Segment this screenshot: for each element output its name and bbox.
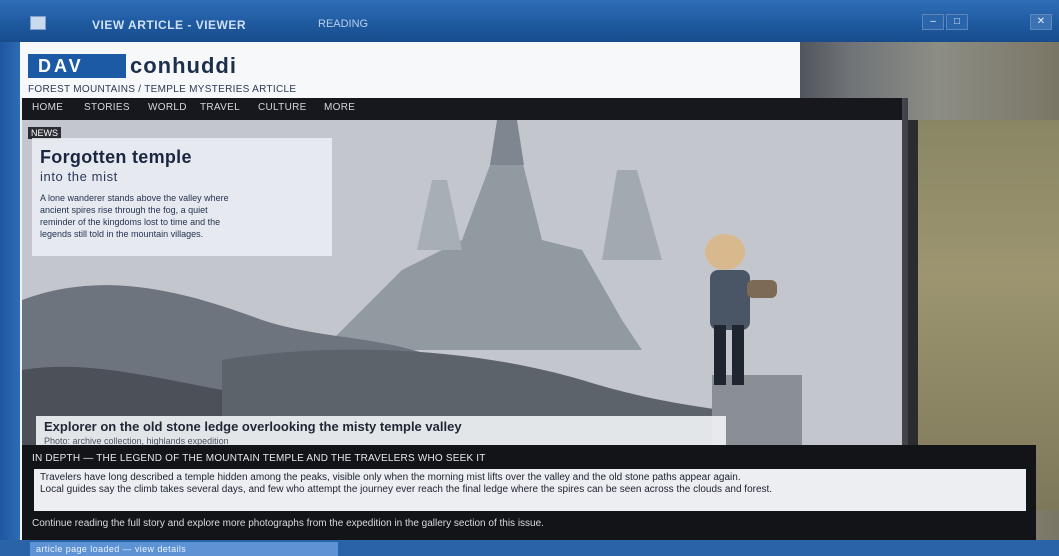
status-tab[interactable]: article page loaded — view details: [30, 542, 338, 556]
hero-body-line: ancient spires rise through the fog, a q…: [40, 205, 208, 215]
close-button[interactable]: ✕: [1030, 14, 1052, 30]
hero-caption-title: Explorer on the old stone ledge overlook…: [44, 419, 462, 434]
site-header: DAV conhuddi FOREST MOUNTAINS / TEMPLE M…: [20, 42, 800, 98]
minimize-button[interactable]: –: [922, 14, 944, 30]
hero-caption-credit: Photo: archive collection, highlands exp…: [44, 436, 229, 445]
nav-bar: HOME STORIES WORLD TRAVEL CULTURE MORE: [22, 98, 902, 120]
article-panel: IN DEPTH — THE LEGEND OF THE MOUNTAIN TE…: [22, 445, 1036, 540]
nav-item-more[interactable]: MORE: [324, 102, 355, 113]
hero-title: Forgotten temple: [40, 147, 192, 167]
maximize-button[interactable]: □: [946, 14, 968, 30]
nav-item-travel[interactable]: TRAVEL: [200, 102, 240, 113]
window-title: VIEW ARTICLE - VIEWER: [92, 18, 247, 32]
hero-textbox: Forgotten temple into the mist A lone wa…: [32, 138, 332, 256]
nav-item-home[interactable]: HOME: [32, 102, 63, 113]
site-logo[interactable]: DAV: [28, 54, 126, 78]
nav-item-culture[interactable]: CULTURE: [258, 102, 307, 113]
site-name[interactable]: conhuddi: [130, 54, 237, 78]
hero-body: A lone wanderer stands above the valley …: [40, 192, 324, 240]
article-page: DAV conhuddi FOREST MOUNTAINS / TEMPLE M…: [20, 42, 1059, 540]
article-line: Local guides say the climb takes several…: [40, 484, 773, 495]
article-summary-box: Travelers have long described a temple h…: [34, 469, 1026, 511]
app-icon: [30, 16, 46, 30]
figure-leg-left: [714, 325, 726, 385]
article-heading[interactable]: IN DEPTH — THE LEGEND OF THE MOUNTAIN TE…: [32, 453, 486, 464]
figure-arm: [747, 280, 777, 298]
nav-item-stories[interactable]: STORIES: [84, 102, 130, 113]
figure-hair: [705, 234, 745, 270]
hero-body-line: A lone wanderer stands above the valley …: [40, 193, 229, 203]
article-continue-link[interactable]: Continue reading the full story and expl…: [32, 518, 1026, 529]
figure-leg-right: [732, 325, 744, 385]
hero-body-line: reminder of the kingdoms lost to time an…: [40, 217, 221, 227]
window-titlebar: VIEW ARTICLE - VIEWER READING – □ ✕: [0, 0, 1059, 42]
hero-caption: Explorer on the old stone ledge overlook…: [36, 416, 726, 445]
article-line: Travelers have long described a temple h…: [40, 472, 741, 483]
window-left-border: [0, 42, 20, 540]
hero-subtitle: into the mist: [40, 169, 118, 184]
nav-item-world[interactable]: WORLD: [148, 102, 187, 113]
header-subtitle: FOREST MOUNTAINS / TEMPLE MYSTERIES ARTI…: [28, 84, 297, 95]
hero-body-line: legends still told in the mountain villa…: [40, 229, 204, 239]
figure-body: [710, 270, 750, 330]
hero-image: NEWS Forgotten temple into the mist A lo…: [22, 120, 902, 445]
window-title-extra: READING: [318, 18, 369, 30]
